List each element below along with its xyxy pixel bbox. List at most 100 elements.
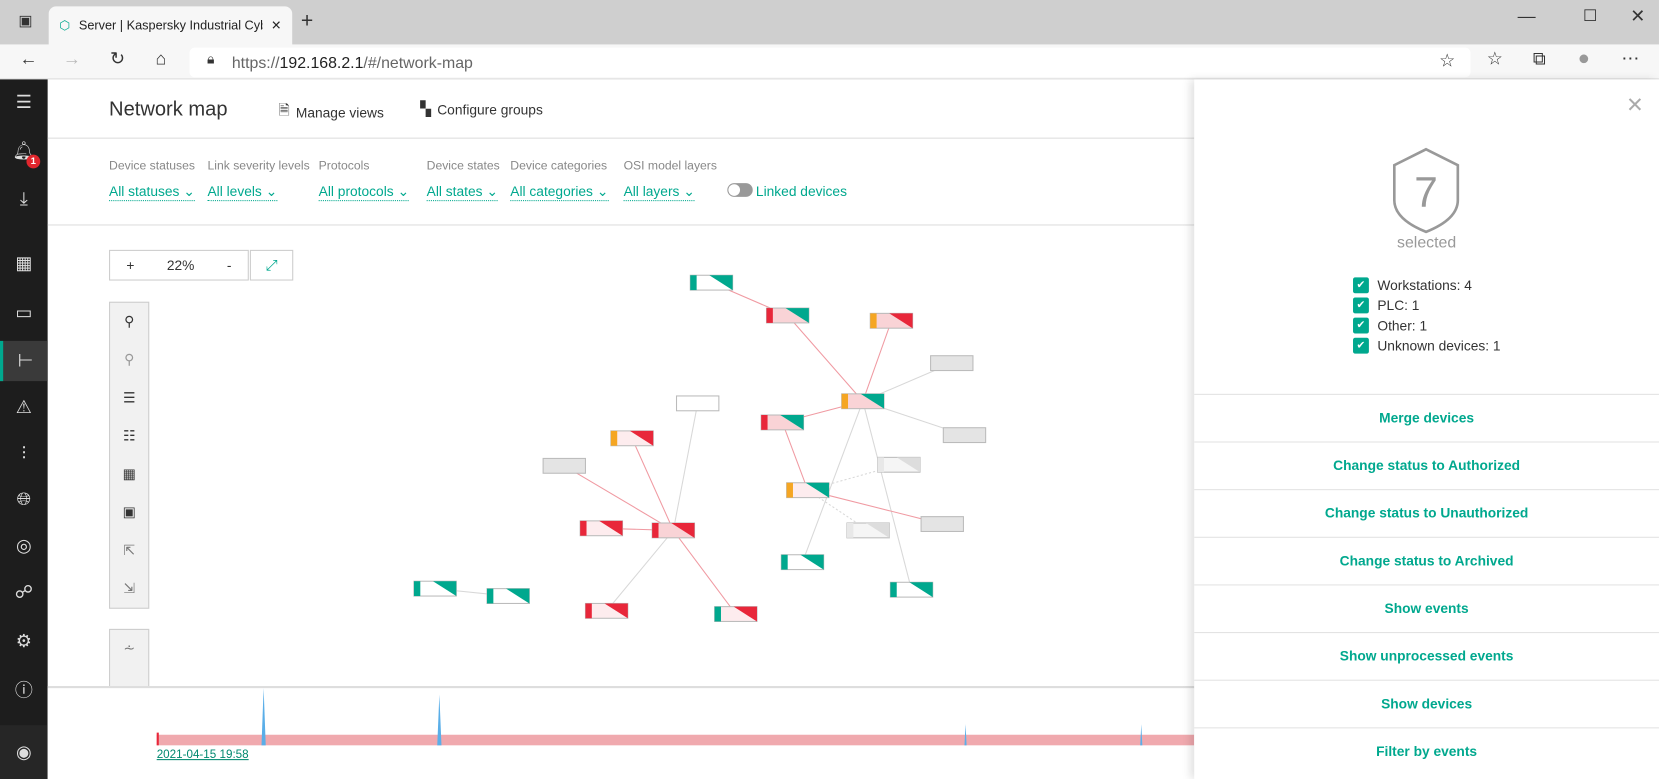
- hierarchy-icon[interactable]: ⩪: [110, 630, 148, 668]
- notifications-bell-icon[interactable]: 🔔︎ 1: [0, 131, 48, 171]
- network-map-icon[interactable]: ⊢: [0, 340, 48, 382]
- kaspersky-favicon-icon: ⬡: [59, 17, 71, 33]
- align-select-icon[interactable]: ☷: [110, 417, 148, 455]
- info-icon[interactable]: ⓘ: [0, 668, 48, 708]
- device-node[interactable]: [786, 482, 830, 499]
- dashboard-icon[interactable]: ▦: [0, 244, 48, 284]
- align-left-icon[interactable]: ☰: [110, 379, 148, 417]
- device-node[interactable]: [869, 312, 914, 329]
- device-node[interactable]: [780, 554, 825, 571]
- category-label: Unknown devices: 1: [1377, 337, 1501, 354]
- close-tab-icon[interactable]: ✕: [271, 18, 282, 33]
- merge-devices-button[interactable]: Merge devices: [1194, 393, 1659, 442]
- close-panel-icon[interactable]: ✕: [1626, 92, 1644, 118]
- favorites-icon[interactable]: ☆: [1482, 49, 1507, 70]
- device-node[interactable]: [584, 602, 629, 619]
- gear-icon[interactable]: ⚙︎: [0, 621, 48, 661]
- home-icon[interactable]: ⌂: [148, 49, 173, 70]
- device-node[interactable]: [889, 581, 934, 598]
- minimize-icon[interactable]: —: [1514, 6, 1539, 27]
- download-icon[interactable]: ⤓: [0, 179, 48, 219]
- alerts-icon[interactable]: ⚠︎: [0, 387, 48, 427]
- filter-by-events-button[interactable]: Filter by events: [1194, 727, 1659, 775]
- map-toolbar: ⚲ ⚲ ☰ ☷ ▦ ▣ ⇱ ⇲: [109, 301, 150, 609]
- grid-select-icon[interactable]: ▣: [110, 493, 148, 531]
- forward-icon[interactable]: →: [59, 49, 84, 70]
- device-node[interactable]: [841, 393, 885, 410]
- device-node[interactable]: [610, 430, 654, 447]
- menu-icon[interactable]: ☰: [0, 83, 48, 123]
- expand-icon: ⤢: [265, 256, 278, 274]
- topology-icon[interactable]: ☍: [0, 573, 48, 613]
- globe-icon[interactable]: 🌐︎: [0, 480, 48, 520]
- maximize-icon[interactable]: ☐: [1577, 6, 1602, 25]
- device-node[interactable]: [689, 274, 734, 291]
- tab-actions-icon[interactable]: ▣: [13, 12, 38, 30]
- device-node[interactable]: [877, 456, 921, 473]
- timeline-bar: [156, 734, 1195, 746]
- more-icon[interactable]: ⋯: [1618, 49, 1643, 70]
- device-node[interactable]: [714, 606, 758, 622]
- filter-protocols-dropdown[interactable]: All protocols ⌄: [318, 183, 410, 202]
- add-favorite-icon[interactable]: ☆: [1435, 51, 1460, 72]
- browser-tab[interactable]: ⬡ Server | Kaspersky Industrial Cyb ✕: [48, 6, 293, 45]
- user-icon[interactable]: ◉: [0, 725, 48, 779]
- category-checkbox-other[interactable]: ✔ Other: 1: [1353, 317, 1427, 334]
- collections-icon[interactable]: ⧉: [1527, 49, 1552, 70]
- device-node[interactable]: [486, 588, 530, 604]
- device-node[interactable]: [413, 580, 457, 597]
- show-devices-button[interactable]: Show devices: [1194, 679, 1659, 728]
- network-map-canvas[interactable]: [48, 226, 1195, 687]
- archive-button[interactable]: Change status to Archived: [1194, 536, 1659, 585]
- filter-osi-dropdown[interactable]: All layers ⌄: [623, 183, 695, 202]
- show-events-button[interactable]: Show events: [1194, 584, 1659, 632]
- fit-to-screen-button[interactable]: ⤢: [249, 249, 294, 281]
- filter-statuses-dropdown[interactable]: All statuses ⌄: [109, 183, 195, 202]
- events-timeline[interactable]: [47, 686, 1195, 779]
- device-node[interactable]: [675, 395, 720, 412]
- device-node[interactable]: [942, 427, 987, 444]
- device-node[interactable]: [930, 355, 974, 372]
- groups-icon: ▚: [420, 100, 431, 117]
- collapse-group-icon[interactable]: ⇲: [110, 570, 148, 608]
- close-window-icon[interactable]: ✕: [1625, 6, 1650, 27]
- device-node[interactable]: [920, 516, 964, 532]
- zoom-in-button[interactable]: +: [126, 257, 134, 273]
- checkbox-check-icon: ✔: [1353, 337, 1369, 354]
- authorize-button[interactable]: Change status to Authorized: [1194, 441, 1659, 489]
- refresh-icon[interactable]: ↻: [105, 49, 130, 70]
- linked-devices-toggle[interactable]: [727, 183, 753, 197]
- network-link: [606, 530, 674, 612]
- expand-group-icon[interactable]: ⇱: [110, 531, 148, 569]
- filter-severity-dropdown[interactable]: All levels ⌄: [207, 183, 278, 202]
- timeline-start-date[interactable]: 2021-04-15 19:58: [157, 749, 249, 762]
- grid-icon[interactable]: ▦: [110, 455, 148, 493]
- device-node[interactable]: [846, 522, 890, 539]
- device-node[interactable]: [542, 457, 586, 474]
- sliders-icon[interactable]: ⫶: [0, 434, 48, 474]
- unauthorize-button[interactable]: Change status to Unauthorized: [1194, 489, 1659, 537]
- filter-bar: Device statuses All statuses ⌄ Link seve…: [47, 139, 1195, 226]
- device-node[interactable]: [760, 414, 805, 431]
- filter-label-protocols: Protocols: [318, 159, 370, 173]
- new-tab-icon[interactable]: +: [294, 10, 319, 34]
- category-checkbox-workstations[interactable]: ✔ Workstations: 4: [1353, 277, 1472, 294]
- filter-categories-dropdown[interactable]: All categories ⌄: [510, 183, 609, 202]
- device-node[interactable]: [579, 520, 624, 537]
- zoom-out-button[interactable]: -: [227, 257, 232, 273]
- category-checkbox-unknown[interactable]: ✔ Unknown devices: 1: [1353, 337, 1501, 354]
- unpin-icon[interactable]: ⚲: [110, 341, 148, 379]
- assets-icon[interactable]: ▭: [0, 293, 48, 333]
- manage-views-button[interactable]: 🗎 Manage views: [278, 101, 383, 124]
- show-unprocessed-events-button[interactable]: Show unprocessed events: [1194, 632, 1659, 680]
- configure-groups-button[interactable]: ▚ Configure groups: [420, 101, 543, 118]
- target-icon[interactable]: ◎: [0, 526, 48, 566]
- category-checkbox-plc[interactable]: ✔ PLC: 1: [1353, 297, 1419, 314]
- url-input[interactable]: 🔒︎ https://192.168.2.1/#/network-map ☆: [189, 47, 1471, 78]
- back-icon[interactable]: ←: [16, 49, 41, 70]
- filter-states-dropdown[interactable]: All states ⌄: [426, 183, 498, 202]
- profile-avatar-icon[interactable]: ●: [1571, 48, 1596, 71]
- device-node[interactable]: [651, 522, 696, 539]
- pin-icon[interactable]: ⚲: [110, 303, 148, 341]
- device-node[interactable]: [765, 307, 810, 324]
